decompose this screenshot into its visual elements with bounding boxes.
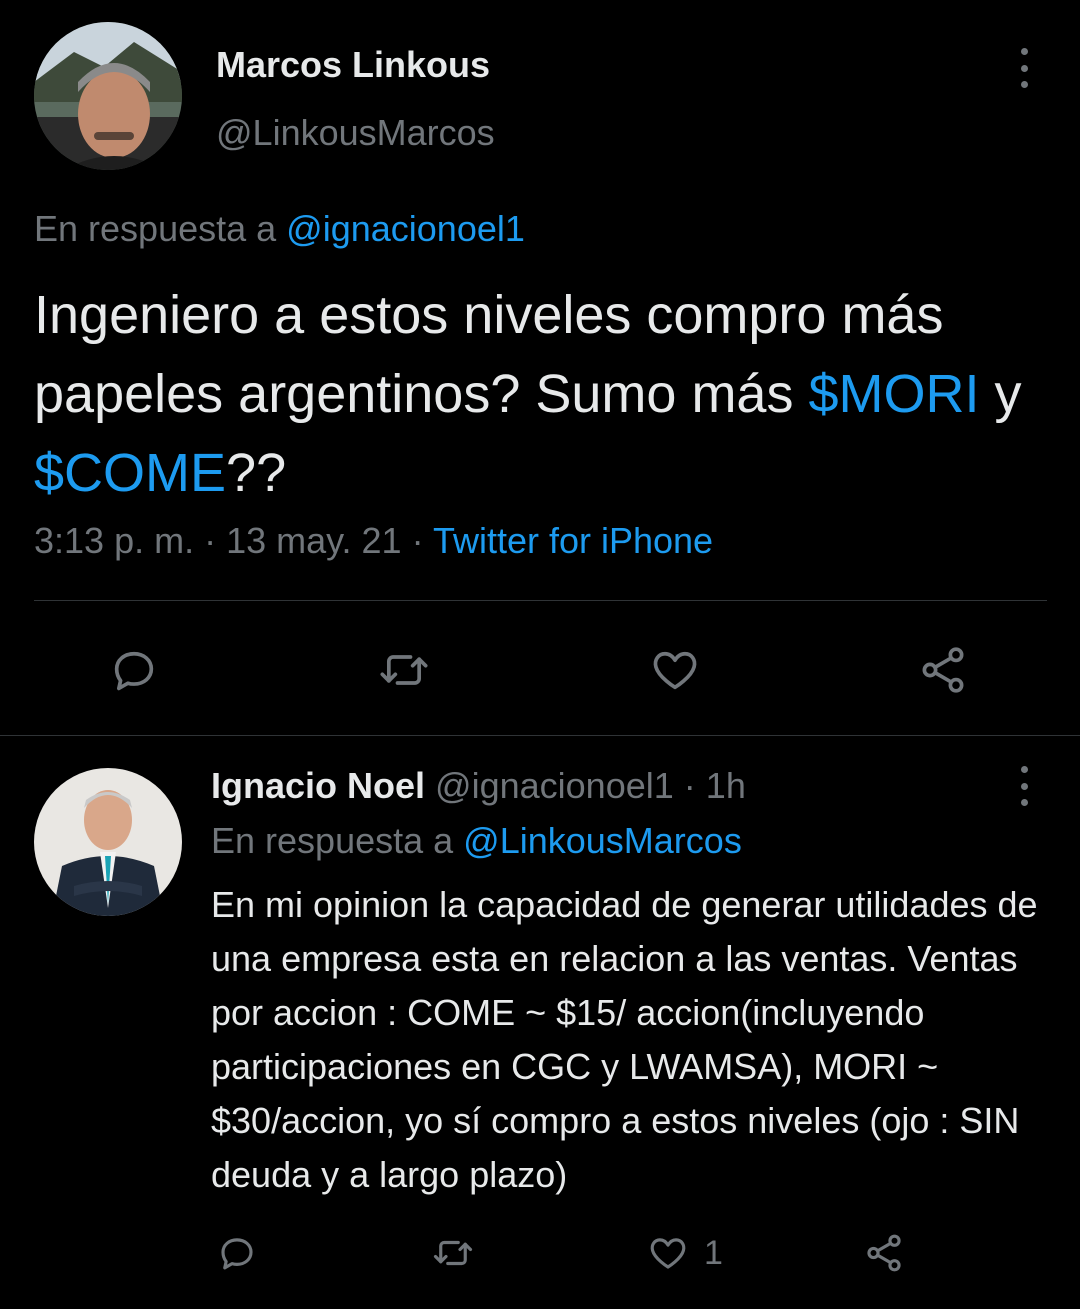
meta-separator: · (411, 520, 424, 561)
section-divider (0, 735, 1080, 736)
tweet-meta: 3:13 p. m. · 13 may. 21 · Twitter for iP… (34, 520, 713, 562)
tweet-date[interactable]: 13 may. 21 (226, 520, 401, 561)
more-dot (1020, 799, 1028, 806)
like-icon (650, 1238, 686, 1269)
reply-retweet-button[interactable] (430, 1232, 476, 1274)
like-icon (653, 651, 697, 690)
reply-prefix: En respuesta a (211, 820, 454, 861)
reply-text: En mi opinion la capacidad de generar ut… (211, 884, 1038, 1195)
more-dot (1020, 81, 1028, 88)
more-dot (1020, 782, 1028, 790)
more-dot (1020, 64, 1028, 72)
tweet-text: Ingeniero a estos niveles compro más pap… (34, 276, 1044, 513)
author-avatar[interactable] (34, 22, 182, 170)
like-button[interactable] (648, 644, 702, 696)
retweet-icon (433, 1240, 473, 1266)
reply-icon (114, 651, 154, 691)
reply-reply-button[interactable] (216, 1232, 258, 1274)
divider (34, 600, 1047, 601)
share-button[interactable] (916, 644, 970, 696)
more-dot (1020, 766, 1028, 773)
reply-context: En respuesta a @ignacionoel1 (34, 208, 525, 250)
cashtag-come[interactable]: $COME (34, 443, 226, 503)
meta-separator: · (204, 520, 217, 561)
cashtag-mori[interactable]: $MORI (808, 364, 979, 424)
reply-time[interactable]: 1h (706, 765, 746, 806)
tweet-text-join: y (994, 364, 1022, 424)
reply-context: En respuesta a @LinkousMarcos (211, 820, 742, 862)
reply-to-link[interactable]: @ignacionoel1 (286, 208, 525, 249)
reply-author-name[interactable]: Ignacio Noel (211, 765, 425, 806)
reply-prefix: En respuesta a (34, 208, 277, 249)
reply-header: Ignacio Noel @ignacionoel1 · 1h (211, 765, 746, 807)
reply-like-button[interactable]: 1 (646, 1232, 723, 1274)
author-handle[interactable]: @LinkousMarcos (216, 112, 495, 154)
reply-share-button[interactable] (862, 1232, 906, 1274)
more-dot (1020, 48, 1028, 55)
tweet-text-end: ?? (226, 443, 287, 503)
header-separator: · (683, 765, 696, 806)
tweet-source[interactable]: Twitter for iPhone (433, 520, 713, 561)
reply-author-avatar[interactable] (34, 768, 182, 916)
share-icon (922, 647, 964, 693)
reply-icon (221, 1238, 253, 1270)
reply-button[interactable] (108, 644, 160, 696)
retweet-button[interactable] (376, 644, 432, 696)
retweet-icon (380, 655, 428, 685)
tweet-time[interactable]: 3:13 p. m. (34, 520, 194, 561)
reply-to-link[interactable]: @LinkousMarcos (463, 820, 742, 861)
like-count: 1 (704, 1233, 723, 1272)
more-options-button[interactable] (1014, 48, 1034, 88)
cashtag-come-group: $COME?? (34, 443, 286, 503)
share-icon (867, 1234, 901, 1272)
reply-more-options-button[interactable] (1014, 766, 1034, 806)
reply-author-handle[interactable]: @ignacionoel1 (435, 765, 674, 806)
author-name[interactable]: Marcos Linkous (216, 44, 490, 86)
like-icon-wrap (646, 1232, 690, 1274)
